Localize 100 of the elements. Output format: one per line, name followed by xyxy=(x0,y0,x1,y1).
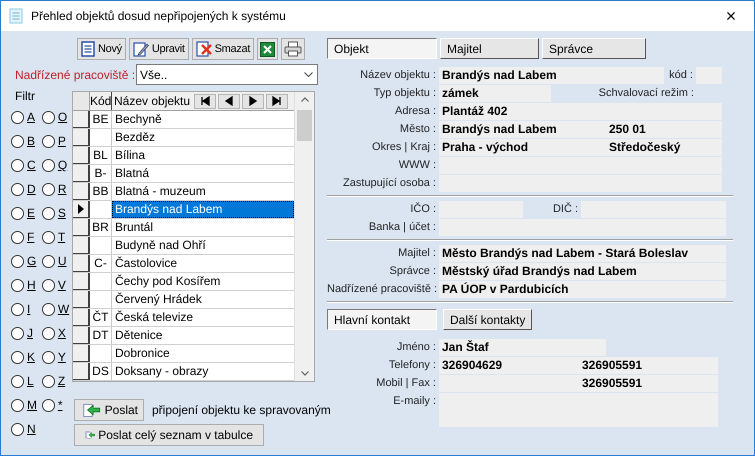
next-record-button[interactable] xyxy=(242,94,264,108)
filter-radio[interactable]: U xyxy=(42,249,72,273)
column-header[interactable]: Název objektu xyxy=(112,92,194,110)
table-cell-text: Doksany - obrazy xyxy=(114,363,210,380)
field-label: Mobil | Fax : xyxy=(375,376,437,391)
filter-radio[interactable]: S xyxy=(42,201,72,225)
row-selector[interactable] xyxy=(73,345,90,362)
field-value: 250 01 xyxy=(606,120,722,138)
right-triangle-icon xyxy=(272,96,282,106)
grid-row[interactable]: Budyně nad Ohří xyxy=(73,237,294,255)
filter-radio[interactable]: X xyxy=(42,321,72,345)
left-triangle-icon xyxy=(200,96,210,106)
field-label: Adresa : xyxy=(394,104,437,119)
prev-record-button[interactable] xyxy=(218,94,240,108)
filter-radio[interactable]: P xyxy=(42,129,72,153)
grid-row[interactable]: B- Blatná xyxy=(73,165,294,183)
table-cell: BB xyxy=(90,183,112,200)
grid-row[interactable]: Brandýs nad Labem xyxy=(73,201,294,219)
filter-radio[interactable]: C xyxy=(11,153,40,177)
field-label: Nadřízené pracoviště : xyxy=(327,282,438,297)
document-icon xyxy=(81,41,95,57)
scrollbar[interactable] xyxy=(294,92,314,381)
filter-radio[interactable]: I xyxy=(11,297,40,321)
field-label: Telefony : xyxy=(388,358,437,373)
grid-row[interactable]: BE Bechyně xyxy=(73,111,294,129)
filter-radio[interactable]: L xyxy=(11,369,40,393)
filter-radio[interactable]: Z xyxy=(42,369,72,393)
field-value: Brandýs nad Labem xyxy=(439,66,664,84)
filter-radio[interactable]: G xyxy=(11,249,40,273)
tab[interactable]: Další kontakty xyxy=(443,309,532,330)
superior-filter-label: Nadřízené pracoviště : xyxy=(14,66,136,84)
grid-row[interactable]: Bezděz xyxy=(73,129,294,147)
filter-radio[interactable]: E xyxy=(11,201,40,225)
row-selector[interactable] xyxy=(73,219,90,236)
field-label: Zastupující osoba : xyxy=(342,176,437,191)
filter-radio[interactable]: * xyxy=(42,393,72,417)
send-all-button[interactable]: Poslat celý seznam v tabulce xyxy=(74,424,264,446)
last-record-button[interactable] xyxy=(266,94,288,108)
grid-row[interactable]: Čechy pod Kosířem xyxy=(73,273,294,291)
field-label: E-maily : xyxy=(392,394,437,409)
filter-radio[interactable]: J xyxy=(11,321,40,345)
field-value: 326905591 xyxy=(579,356,718,374)
row-selector[interactable] xyxy=(73,363,90,380)
filter-radio[interactable]: M xyxy=(11,393,40,417)
scrollbar-thumb[interactable] xyxy=(297,110,312,141)
row-selector[interactable] xyxy=(73,237,90,254)
grid-row[interactable]: BL Bílina xyxy=(73,147,294,165)
table-cell-text: Blatná - muzeum xyxy=(114,183,207,200)
tab[interactable]: Majitel xyxy=(440,38,539,59)
table-cell: Brandýs nad Labem xyxy=(112,201,294,218)
toolbar-button[interactable]: Smazat xyxy=(192,38,254,60)
grid-row[interactable]: Dobronice xyxy=(73,345,294,363)
filter-radio[interactable]: R xyxy=(42,177,72,201)
field-label: Správce : xyxy=(388,264,437,279)
table-cell-text: Budyně nad Ohří xyxy=(114,237,207,254)
excel-button[interactable] xyxy=(257,38,278,60)
superior-dropdown[interactable]: Vše.. xyxy=(136,64,318,85)
tab[interactable]: Správce xyxy=(542,38,646,59)
close-button[interactable]: × xyxy=(716,7,746,25)
column-header[interactable]: Kód xyxy=(90,92,112,110)
row-selector[interactable] xyxy=(73,273,90,290)
row-selector[interactable] xyxy=(73,291,90,308)
toolbar-button[interactable]: Upravit xyxy=(128,38,189,60)
grid-row[interactable]: ČT Česká televize xyxy=(73,309,294,327)
filter-radio[interactable]: O xyxy=(42,105,72,129)
filter-radio[interactable]: T xyxy=(42,225,72,249)
send-button[interactable]: Poslat xyxy=(74,399,144,421)
filter-radio[interactable]: V xyxy=(42,273,72,297)
row-selector[interactable] xyxy=(73,183,90,200)
filter-radio[interactable]: Q xyxy=(42,153,72,177)
row-selector[interactable] xyxy=(73,255,90,272)
toolbar-button[interactable]: Nový xyxy=(77,38,126,60)
filter-radio[interactable]: K xyxy=(11,345,40,369)
filter-radio[interactable]: F xyxy=(11,225,40,249)
tab[interactable]: Hlavní kontakt xyxy=(327,309,437,330)
row-selector[interactable] xyxy=(73,309,90,326)
row-selector[interactable] xyxy=(73,327,90,344)
row-selector[interactable] xyxy=(73,129,90,146)
tab[interactable]: Objekt xyxy=(327,38,437,59)
print-button[interactable] xyxy=(281,38,306,60)
grid-row[interactable]: C- Častolovice xyxy=(73,255,294,273)
window-icon xyxy=(9,8,23,24)
grid-row[interactable]: DT Dětenice xyxy=(73,327,294,345)
grid-row[interactable]: BR Bruntál xyxy=(73,219,294,237)
grid-row[interactable]: Červený Hrádek xyxy=(73,291,294,309)
filter-radio[interactable]: N xyxy=(11,417,40,441)
row-selector[interactable] xyxy=(73,147,90,164)
filter-radio[interactable]: H xyxy=(11,273,40,297)
table-cell-text: Častolovice xyxy=(114,255,178,272)
filter-radio[interactable]: B xyxy=(11,129,40,153)
row-selector[interactable] xyxy=(73,165,90,182)
row-selector[interactable] xyxy=(73,111,90,128)
filter-radio[interactable]: A xyxy=(11,105,40,129)
first-record-button[interactable] xyxy=(194,94,216,108)
filter-radio[interactable]: W xyxy=(42,297,72,321)
field-label: kód : xyxy=(668,68,694,83)
filter-radio[interactable]: Y xyxy=(42,345,72,369)
filter-radio[interactable]: D xyxy=(11,177,40,201)
grid-row[interactable]: DS Doksany - obrazy xyxy=(73,363,294,381)
row-selector[interactable] xyxy=(73,201,90,218)
